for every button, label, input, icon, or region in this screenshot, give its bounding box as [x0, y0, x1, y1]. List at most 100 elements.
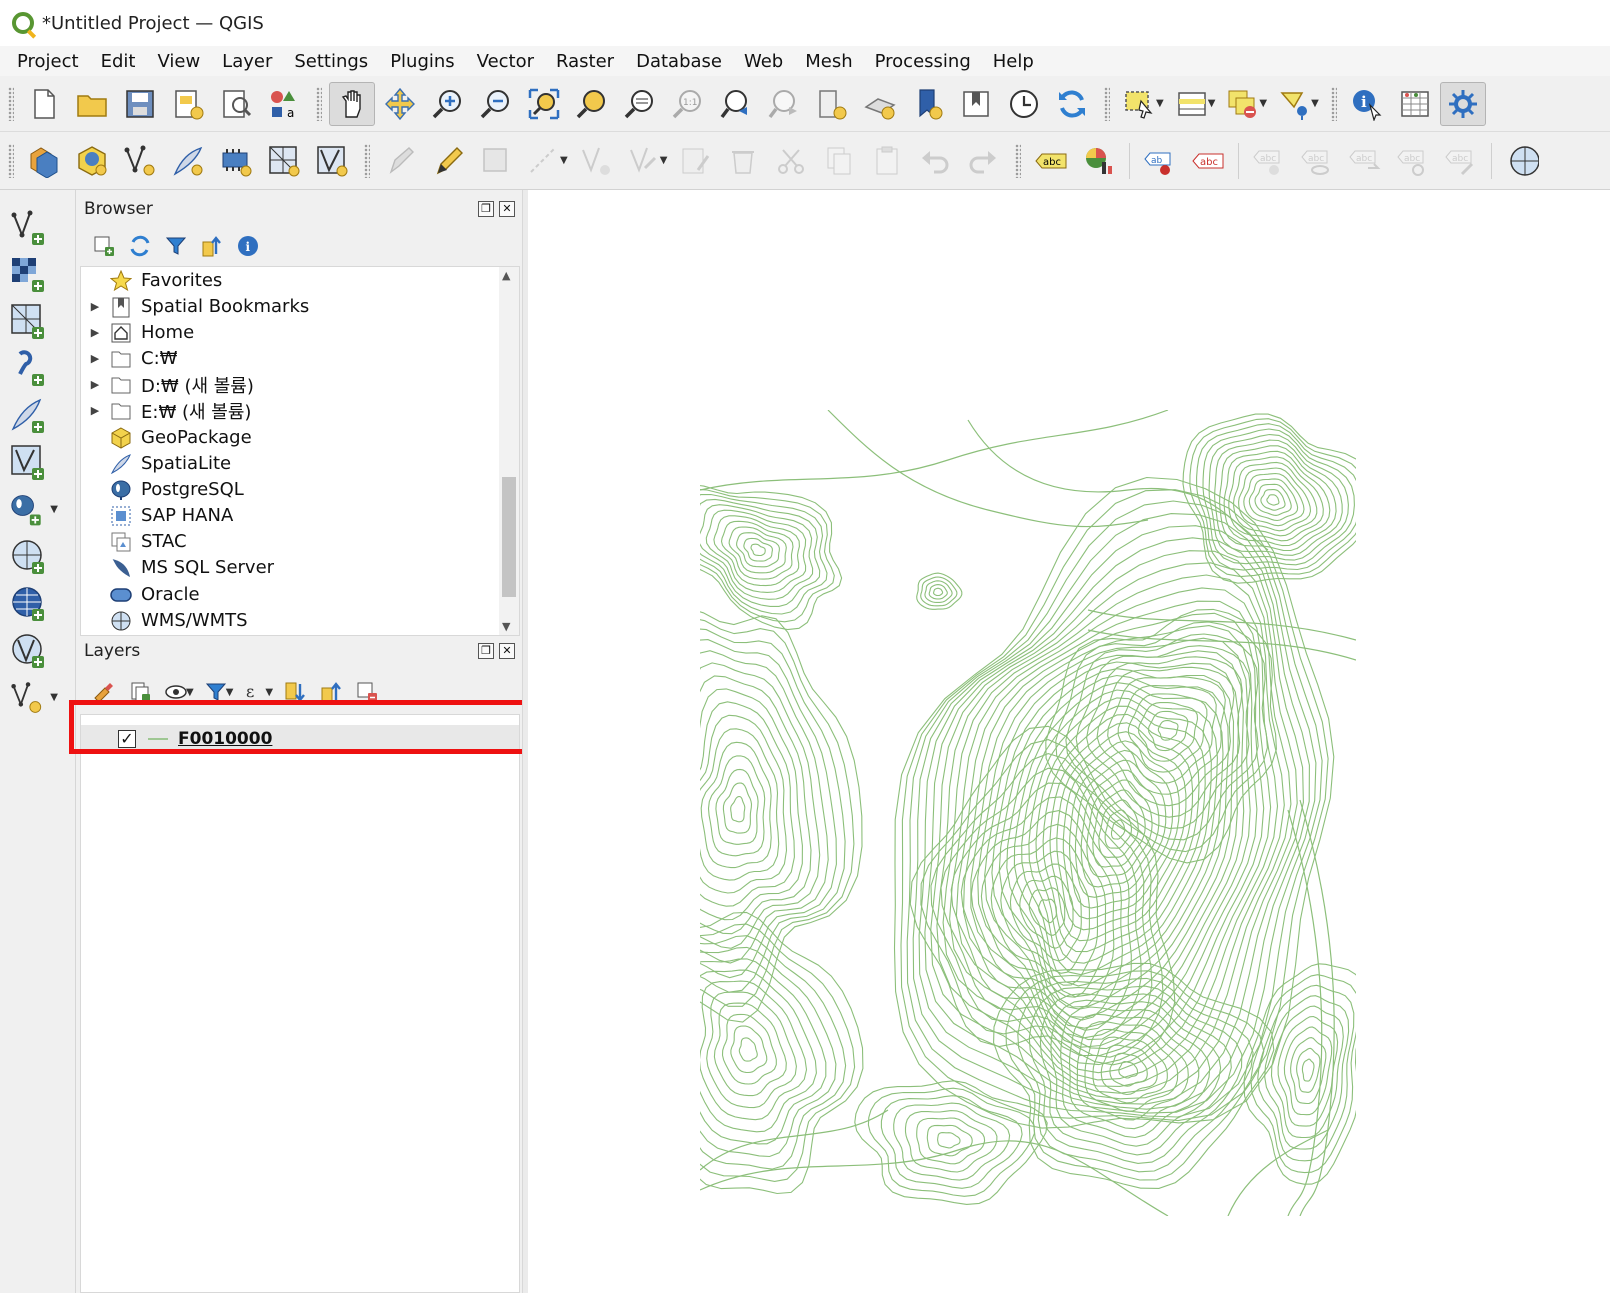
identify-icon[interactable]: i [1344, 82, 1390, 126]
map-themes-dropdown[interactable]: ▼ [186, 687, 194, 698]
toolbar-grip[interactable] [8, 143, 14, 178]
label-change-icon[interactable]: abc [1390, 139, 1436, 183]
browser-item-spatial-bookmarks[interactable]: ▶ Spatial Bookmarks [81, 293, 491, 320]
processing-toolbox-icon[interactable] [1439, 81, 1486, 126]
browser-item-home[interactable]: ▶ Home [81, 319, 491, 346]
zoom-full-icon[interactable] [521, 82, 567, 126]
close-panel-button[interactable]: ✕ [499, 643, 515, 659]
copy-features-icon[interactable] [816, 139, 862, 183]
select-by-location-dropdown[interactable]: ▼ [1311, 98, 1319, 109]
browser-item-sap-hana[interactable]: SAP HANA [81, 502, 491, 529]
new-project-icon[interactable] [21, 82, 67, 126]
label-pin-icon[interactable]: ab [1137, 139, 1183, 183]
data-source-manager-icon[interactable] [21, 139, 67, 183]
expression-filter-dropdown[interactable]: ▼ [265, 687, 273, 698]
edit-attributes-icon[interactable] [672, 139, 718, 183]
collapse-all-icon[interactable] [194, 230, 230, 262]
menu-project[interactable]: Project [6, 51, 90, 72]
menu-database[interactable]: Database [625, 51, 733, 72]
menu-processing[interactable]: Processing [864, 51, 982, 72]
browser-item-stac[interactable]: STAC [81, 528, 491, 555]
add-postgis-dropdown[interactable]: ▼ [50, 504, 58, 515]
menu-layer[interactable]: Layer [211, 51, 283, 72]
new-map-view-icon[interactable] [809, 82, 855, 126]
map-canvas[interactable] [528, 190, 1610, 1293]
scroll-down-icon[interactable]: ▼ [502, 620, 510, 633]
browser-item-postgresql[interactable]: PostgreSQL [81, 476, 491, 503]
expand-arrow[interactable]: ▶ [81, 352, 109, 365]
new-geopackage-layer-icon[interactable] [69, 139, 115, 183]
zoom-last-icon[interactable] [713, 82, 759, 126]
redo-icon[interactable] [960, 139, 1006, 183]
refresh-browser-icon[interactable] [122, 230, 158, 262]
browser-item-oracle[interactable]: Oracle [81, 581, 491, 608]
new-print-layout-icon[interactable] [165, 82, 211, 126]
attribute-table-icon[interactable] [1392, 82, 1438, 126]
menu-raster[interactable]: Raster [545, 51, 625, 72]
browser-tree[interactable]: Favorites ▶ Spatial Bookmarks ▶ Home ▶ C… [80, 266, 520, 636]
add-mesh-layer-icon[interactable] [0, 298, 62, 345]
browser-item-spatialite[interactable]: SpatiaLite [81, 450, 491, 477]
zoom-out-icon[interactable] [473, 82, 519, 126]
filter-browser-icon[interactable] [158, 230, 194, 262]
browser-item-mssql[interactable]: MS SQL Server [81, 554, 491, 581]
toolbar-grip[interactable] [8, 86, 14, 121]
new-virtual-layer-icon[interactable] [261, 139, 307, 183]
zoom-to-layer-icon[interactable] [617, 82, 663, 126]
browser-item-drive-e[interactable]: ▶ E:₩ (새 볼륨) [81, 397, 491, 424]
vertex-tool-icon[interactable] [573, 139, 619, 183]
menu-edit[interactable]: Edit [90, 51, 147, 72]
label-edit-icon[interactable]: abc [1438, 139, 1484, 183]
toggle-editing-icon[interactable] [425, 139, 471, 183]
expand-arrow[interactable]: ▶ [81, 300, 109, 313]
menu-settings[interactable]: Settings [283, 51, 379, 72]
diagram-icon[interactable] [1076, 139, 1122, 183]
add-spatialite-icon[interactable] [0, 392, 62, 439]
add-selected-layers-icon[interactable] [86, 230, 122, 262]
browser-item-favorites[interactable]: Favorites [81, 267, 491, 294]
menu-help[interactable]: Help [982, 51, 1045, 72]
add-delimited-text-icon[interactable] [0, 345, 62, 392]
close-panel-button[interactable]: ✕ [499, 201, 515, 217]
zoom-native-icon[interactable]: 1:1 [665, 82, 711, 126]
new-3d-map-view-icon[interactable] [857, 82, 903, 126]
toolbar-grip[interactable] [1330, 86, 1337, 121]
vertex-tool-dropdown[interactable]: ▼ [660, 155, 668, 166]
delete-selected-icon[interactable] [720, 139, 766, 183]
open-project-icon[interactable] [69, 82, 115, 126]
add-new-layer-dropdown[interactable]: ▼ [50, 692, 58, 703]
undo-icon[interactable] [912, 139, 958, 183]
add-raster-layer-icon[interactable] [0, 251, 62, 298]
cut-features-icon[interactable] [768, 139, 814, 183]
add-wcs-icon[interactable] [0, 580, 62, 627]
refresh-icon[interactable] [1049, 82, 1095, 126]
browser-item-drive-c[interactable]: ▶ C:₩ [81, 345, 491, 372]
label-rotate-icon[interactable]: abc [1342, 139, 1388, 183]
label-highlight-icon[interactable]: abc [1185, 139, 1231, 183]
add-vector-layer-icon[interactable] [0, 204, 62, 251]
filter-legend-dropdown[interactable]: ▼ [226, 687, 234, 698]
expand-arrow[interactable]: ▶ [81, 378, 109, 391]
current-edits-icon[interactable] [377, 139, 423, 183]
digitize-dropdown[interactable]: ▼ [560, 155, 568, 166]
layout-manager-icon[interactable] [213, 82, 259, 126]
add-postgis-icon[interactable]: ▼ [0, 486, 62, 533]
save-project-icon[interactable] [117, 82, 163, 126]
scrollbar-thumb[interactable] [502, 477, 516, 597]
browser-scrollbar[interactable]: ▲ ▼ [499, 267, 519, 635]
new-temporary-layer-icon[interactable] [213, 139, 259, 183]
pan-to-selection-icon[interactable] [377, 82, 423, 126]
menu-vector[interactable]: Vector [466, 51, 545, 72]
add-new-layer-icon[interactable]: ▼ [0, 674, 62, 721]
pan-icon[interactable] [329, 81, 375, 126]
toolbar-grip[interactable] [364, 143, 370, 178]
save-edits-icon[interactable] [473, 139, 519, 183]
new-spatialite-layer-icon[interactable] [165, 139, 211, 183]
style-manager-icon[interactable]: a [261, 82, 307, 126]
menu-web[interactable]: Web [733, 51, 794, 72]
deselect-dropdown[interactable]: ▼ [1259, 98, 1267, 109]
layers-tree[interactable]: ✓ F0010000 [80, 714, 520, 1293]
properties-icon[interactable]: i [230, 230, 266, 262]
select-features-dropdown[interactable]: ▼ [1156, 98, 1164, 109]
float-panel-button[interactable]: ❐ [478, 643, 494, 659]
